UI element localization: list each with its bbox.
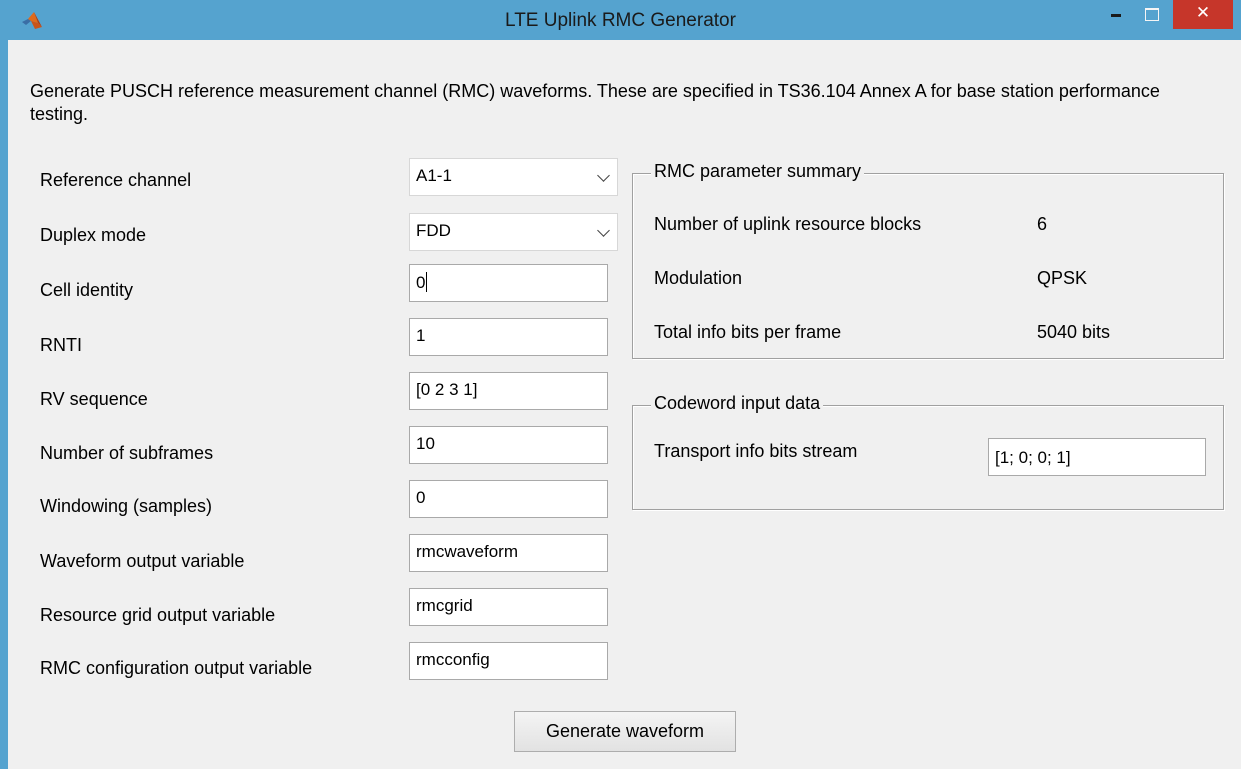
summary-row-value: 6 <box>1037 214 1048 234</box>
chevron-down-icon <box>597 169 610 182</box>
waveform-output-variable-input[interactable]: rmcwaveform <box>409 534 608 572</box>
resource-grid-output-variable-label: Resource grid output variable <box>40 605 276 625</box>
rmc-configuration-output-variable-label: RMC configuration output variable <box>40 658 313 678</box>
rmc-parameter-summary-panel: RMC parameter summary Number of uplink r… <box>632 161 1224 359</box>
window-title: LTE Uplink RMC Generator <box>505 10 736 31</box>
waveform-output-variable-label: Waveform output variable <box>40 551 245 571</box>
close-button[interactable]: ✕ <box>1173 0 1233 29</box>
windowing-label: Windowing (samples) <box>40 496 213 516</box>
transport-info-bits-stream-input[interactable]: [1; 0; 0; 1] <box>988 438 1206 476</box>
rv-sequence-input[interactable]: [0 2 3 1] <box>409 372 608 410</box>
summary-row-label: Number of uplink resource blocks <box>654 214 922 234</box>
cell-identity-label: Cell identity <box>40 280 134 300</box>
summary-row-label: Modulation <box>654 268 743 288</box>
title-bar[interactable]: LTE Uplink RMC Generator ✕ <box>0 0 1241 40</box>
generate-waveform-button[interactable]: Generate waveform <box>514 711 736 752</box>
cell-identity-value: 0 <box>416 273 426 292</box>
summary-row-value: 5040 bits <box>1037 322 1111 342</box>
codeword-input-data-title: Codeword input data <box>651 393 824 414</box>
summary-row-label: Total info bits per frame <box>654 322 842 342</box>
description-text: Generate PUSCH reference measurement cha… <box>30 81 1160 124</box>
rnti-input[interactable]: 1 <box>409 318 608 356</box>
resource-grid-output-variable-input[interactable]: rmcgrid <box>409 588 608 626</box>
number-of-subframes-input[interactable]: 10 <box>409 426 608 464</box>
reference-channel-dropdown[interactable]: A1-1 <box>409 158 618 196</box>
duplex-mode-value: FDD <box>416 221 451 240</box>
windowing-input[interactable]: 0 <box>409 480 608 518</box>
reference-channel-value: A1-1 <box>416 166 452 185</box>
summary-row-value: QPSK <box>1037 268 1088 288</box>
text-cursor <box>426 272 428 292</box>
transport-info-bits-stream-label: Transport info bits stream <box>654 441 858 461</box>
rmc-configuration-output-variable-input[interactable]: rmcconfig <box>409 642 608 680</box>
codeword-input-data-panel: Codeword input data Transport info bits … <box>632 393 1224 510</box>
minimize-button[interactable] <box>1098 0 1134 30</box>
duplex-mode-dropdown[interactable]: FDD <box>409 213 618 251</box>
cell-identity-input[interactable]: 0 <box>409 264 608 302</box>
chevron-down-icon <box>597 224 610 237</box>
rnti-label: RNTI <box>40 335 82 355</box>
duplex-mode-label: Duplex mode <box>40 225 147 245</box>
reference-channel-label: Reference channel <box>40 170 192 190</box>
maximize-button[interactable] <box>1134 0 1170 30</box>
window-client-area: Generate PUSCH reference measurement cha… <box>8 40 1241 769</box>
number-of-subframes-label: Number of subframes <box>40 443 214 463</box>
rmc-parameter-summary-title: RMC parameter summary <box>651 161 865 182</box>
rv-sequence-label: RV sequence <box>40 389 148 409</box>
